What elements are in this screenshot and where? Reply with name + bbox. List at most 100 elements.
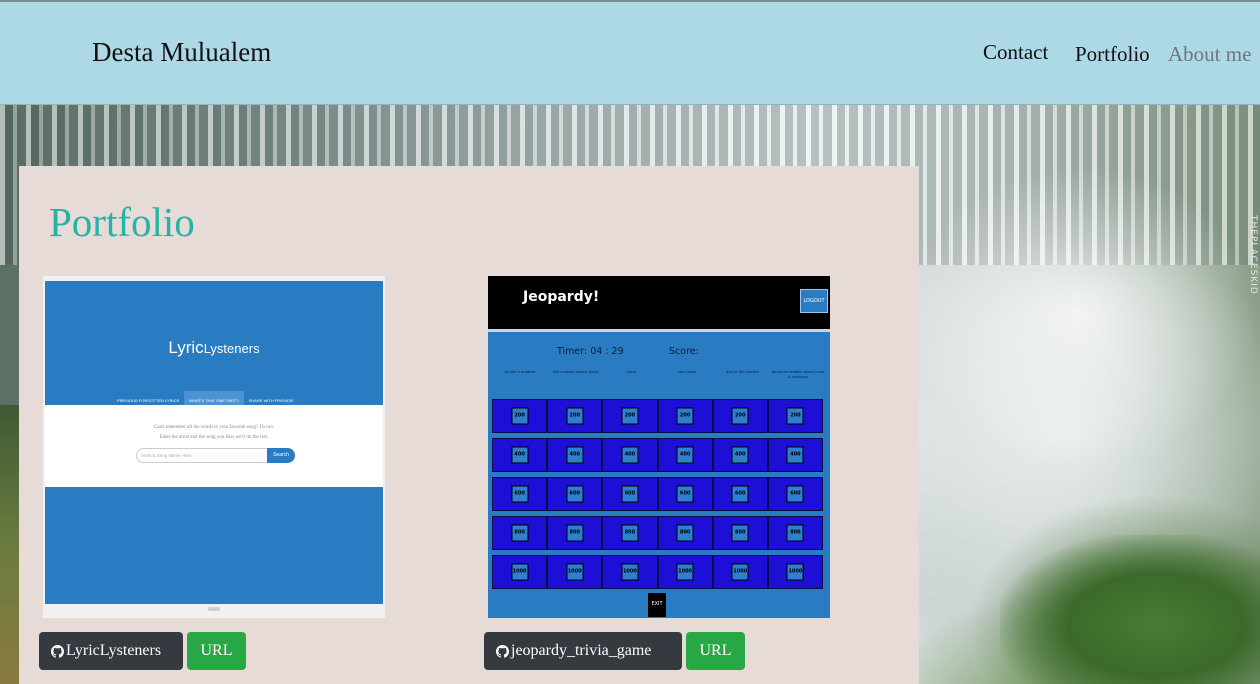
hint-line: Can't remember all the words to your fav… — [154, 425, 274, 430]
jeopardy-cell-value: 200 — [511, 407, 529, 425]
jeopardy-cell: 800 — [712, 516, 768, 550]
jeopardy-cell: 600 — [602, 477, 658, 511]
lyriclysteners-hint: Can't remember all the words to your fav… — [45, 423, 383, 443]
jeopardy-cell-value: 600 — [786, 485, 804, 503]
jeopardy-cell: 200 — [492, 399, 548, 433]
jeopardy-cell: 200 — [602, 399, 658, 433]
jeopardy-cell: 1000 — [602, 555, 658, 589]
lyriclysteners-logo: LyricLysteners — [45, 338, 383, 358]
jeopardy-cell-value: 1000 — [731, 563, 749, 581]
jeopardy-cell: 600 — [492, 477, 548, 511]
jeopardy-cell-value: 800 — [786, 524, 804, 542]
jeopardy-cell: 1000 — [712, 555, 768, 589]
jeopardy-title: Jeopardy! — [523, 289, 600, 305]
nav-contact-link[interactable]: Contact — [983, 40, 1048, 65]
lyriclysteners-preview: LyricLysteners PREVIOUS FORGOTTEN LYRICS… — [45, 281, 383, 604]
jeopardy-cell: 400 — [492, 438, 548, 472]
jeopardy-cell: 400 — [547, 438, 603, 472]
jeopardy-header: Jeopardy! LOGOUT — [488, 276, 830, 329]
lyriclysteners-search-panel: Can't remember all the words to your fav… — [45, 405, 383, 487]
url-button-jeopardy[interactable]: URL — [686, 632, 745, 670]
portfolio-card: Portfolio LyricLysteners PREVIOUS FORGOT… — [19, 166, 919, 684]
hint-line: Enter the artist and the song you like, … — [159, 435, 269, 440]
jeopardy-cell: 200 — [767, 399, 823, 433]
jeopardy-cell-value: 1000 — [786, 563, 804, 581]
jeopardy-cell: 200 — [712, 399, 768, 433]
jeopardy-category: beyonce knows naked prize & advisory — [771, 369, 825, 379]
jeopardy-cell: 800 — [492, 516, 548, 550]
jeopardy-cell-value: 1000 — [566, 563, 584, 581]
jeopardy-cell: 1000 — [547, 555, 603, 589]
jeopardy-category: on the turntable — [504, 369, 536, 374]
navbar: Desta Mulualem Contact Portfolio About m… — [0, 2, 1260, 105]
jeopardy-cell: 600 — [767, 477, 823, 511]
jeopardy-cell-value: 800 — [731, 524, 749, 542]
jeopardy-cell-value: 200 — [731, 407, 749, 425]
jeopardy-cell-value: 600 — [731, 485, 749, 503]
jeopardy-cell: 600 — [547, 477, 603, 511]
jeopardy-category: your pass — [677, 369, 697, 374]
jeopardy-cell: 800 — [547, 516, 603, 550]
jeopardy-cell-value: 200 — [786, 407, 804, 425]
jeopardy-cell-value: 600 — [511, 485, 529, 503]
jeopardy-timer: Timer: 04 : 29 — [557, 346, 624, 357]
jeopardy-logout: LOGOUT — [800, 289, 828, 313]
jeopardy-cell-value: 400 — [621, 446, 639, 464]
jeopardy-cell-value: 200 — [621, 407, 639, 425]
jeopardy-cell-value: 400 — [511, 446, 529, 464]
jeopardy-cell: 1000 — [767, 555, 823, 589]
logo-main: Lyric — [168, 338, 204, 357]
jeopardy-cell-value: 800 — [566, 524, 584, 542]
logo-sub: Lysteners — [203, 341, 260, 356]
lyriclysteners-input: Artist & Song Name Here — [136, 448, 268, 463]
lyriclysteners-search-button: Search — [267, 448, 295, 463]
jeopardy-cell: 1000 — [492, 555, 548, 589]
jeopardy-cell: 400 — [712, 438, 768, 472]
jeopardy-cell-value: 1000 — [621, 563, 639, 581]
project-screenshot-lyriclysteners: LyricLysteners PREVIOUS FORGOTTEN LYRICS… — [43, 276, 385, 618]
jeopardy-cell: 400 — [657, 438, 713, 472]
project-screenshot-jeopardy: Jeopardy! LOGOUT Timer: 04 : 29 Score: o… — [488, 276, 830, 618]
repo-button-jeopardy[interactable]: jeopardy_trivia_game — [484, 632, 682, 670]
preview-scroll-indicator — [208, 607, 220, 611]
greenery-right — [1000, 535, 1260, 684]
jeopardy-cell-value: 1000 — [676, 563, 694, 581]
jeopardy-cell-value: 400 — [566, 446, 584, 464]
jeopardy-cell-value: 1000 — [511, 563, 529, 581]
nav-about-link[interactable]: About me — [1168, 42, 1251, 67]
jeopardy-divider — [488, 329, 830, 332]
jeopardy-exit: EXIT — [648, 593, 666, 617]
jeopardy-cell-value: 400 — [786, 446, 804, 464]
jeopardy-cell: 600 — [712, 477, 768, 511]
jeopardy-cell: 800 — [767, 516, 823, 550]
jeopardy-cell: 1000 — [657, 555, 713, 589]
github-icon — [496, 644, 509, 658]
jeopardy-cell-value: 400 — [731, 446, 749, 464]
jeopardy-cell: 800 — [602, 516, 658, 550]
jeopardy-cell: 400 — [767, 438, 823, 472]
jeopardy-category: dial m for murder — [725, 369, 760, 374]
jeopardy-cell-value: 400 — [676, 446, 694, 464]
jeopardy-cell: 600 — [657, 477, 713, 511]
repo-button-lyriclysteners[interactable]: LyricLysteners — [39, 632, 183, 670]
repo-button-label: jeopardy_trivia_game — [511, 642, 652, 659]
jeopardy-cell-value: 600 — [621, 485, 639, 503]
jeopardy-cell: 800 — [657, 516, 713, 550]
photo-watermark: THEPLACESKID — [1248, 215, 1258, 295]
waterfall-mist — [900, 165, 1260, 465]
jeopardy-category: mma — [626, 369, 637, 374]
jeopardy-cell-value: 600 — [566, 485, 584, 503]
portfolio-title: Portfolio — [49, 199, 195, 245]
jeopardy-categories: on the turntable the scream actors guild m… — [492, 369, 826, 379]
repo-button-label: LyricLysteners — [66, 642, 162, 659]
jeopardy-cell: 200 — [657, 399, 713, 433]
github-icon — [51, 644, 64, 658]
url-button-lyriclysteners[interactable]: URL — [187, 632, 246, 670]
jeopardy-category: the scream actors guild — [553, 369, 598, 374]
jeopardy-score: Score: — [669, 346, 699, 357]
jeopardy-cell-value: 200 — [566, 407, 584, 425]
jeopardy-cell-value: 200 — [676, 407, 694, 425]
jeopardy-cell: 400 — [602, 438, 658, 472]
nav-portfolio-link[interactable]: Portfolio — [1075, 42, 1150, 67]
brand-link[interactable]: Desta Mulualem — [92, 37, 271, 68]
